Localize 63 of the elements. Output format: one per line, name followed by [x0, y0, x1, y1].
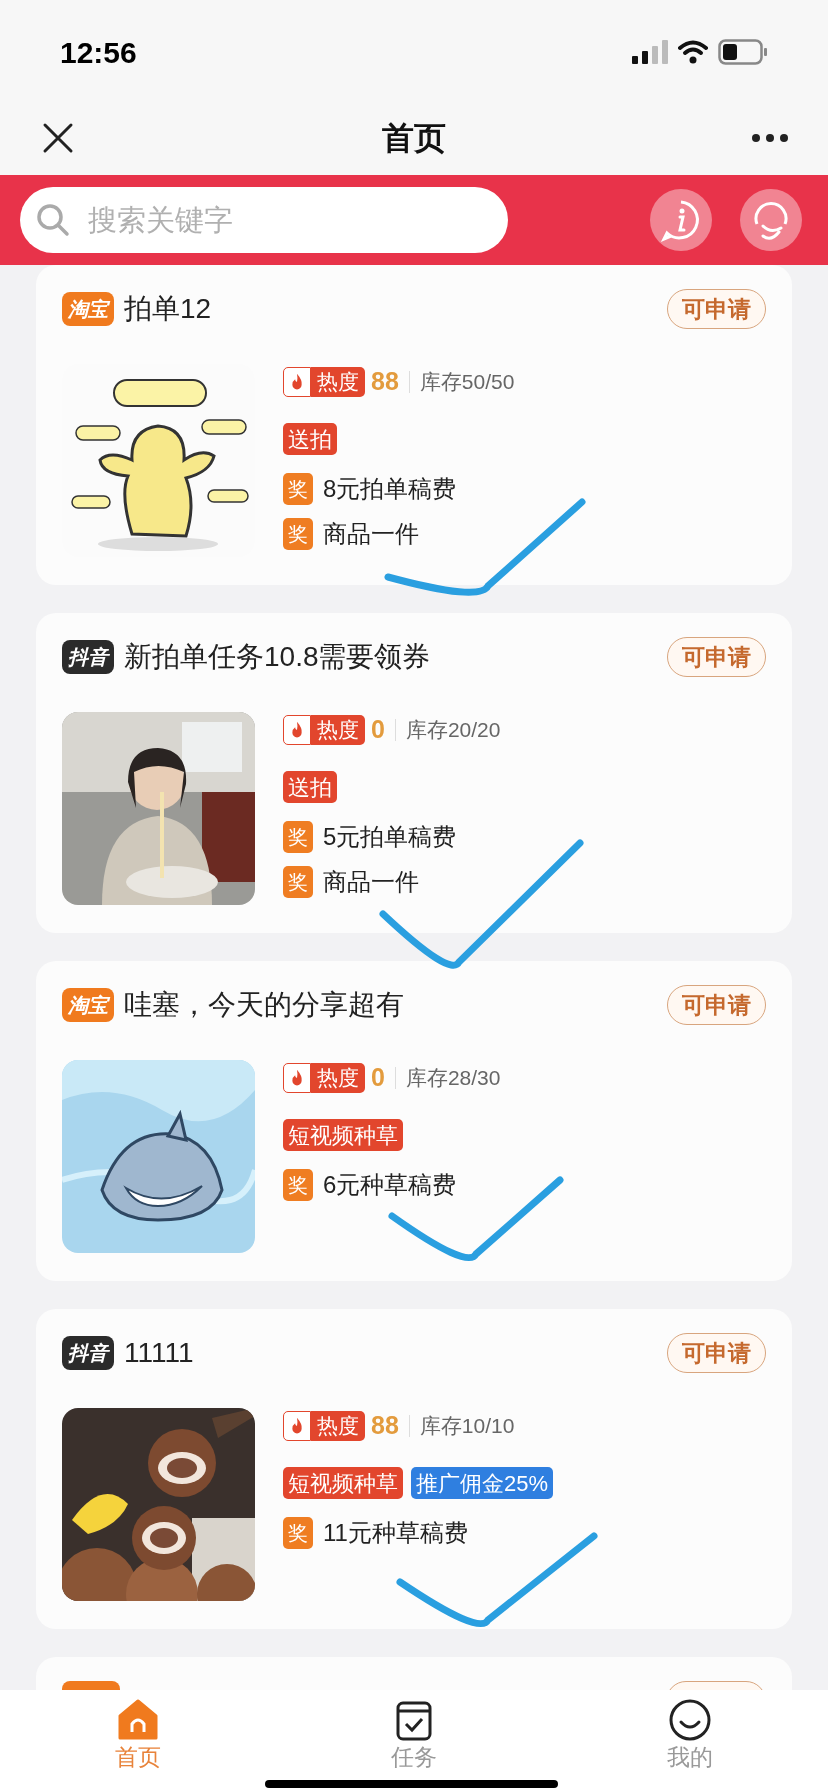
search-field[interactable]: 搜索关键字: [20, 187, 508, 253]
task-card[interactable]: 淘宝 哇塞，今天的分享超有 可申请 热度 0 库存28/30 短视频种草 奖 6元种草稿费: [36, 961, 792, 1281]
heat-label: 热度: [311, 715, 365, 745]
wifi-icon: [678, 40, 708, 64]
reward-text: 11元种草稿费: [323, 1518, 468, 1548]
apply-button[interactable]: 可申请: [667, 985, 766, 1025]
page-title: 首页: [382, 118, 446, 158]
stock-text: 库存28/30: [405, 1065, 501, 1092]
heat-value: 0: [371, 714, 385, 746]
reward-text: 8元拍单稿费: [323, 474, 457, 504]
reward-text: 商品一件: [323, 867, 419, 897]
flame-icon: [283, 1411, 311, 1441]
stock-text: 库存20/20: [405, 717, 501, 744]
signal-icon: [632, 40, 668, 64]
tab-item[interactable]: 首页: [78, 1698, 198, 1770]
search-icon: [36, 203, 70, 237]
platform-badge: 淘宝: [62, 988, 114, 1022]
status-time: 12:56: [60, 34, 137, 71]
reward-text: 商品一件: [323, 519, 419, 549]
reward-badge: 奖: [283, 518, 313, 550]
apply-button[interactable]: 可申请: [667, 1333, 766, 1373]
reward-badge: 奖: [283, 821, 313, 853]
battery-icon: [718, 39, 768, 65]
heat-value: 88: [371, 1410, 399, 1442]
flame-icon: [283, 715, 311, 745]
stock-text: 库存10/10: [419, 1413, 515, 1440]
apply-button[interactable]: 可申请: [667, 289, 766, 329]
task-tag: 送拍: [283, 771, 337, 803]
platform-badge: 抖音: [62, 1336, 114, 1370]
heat-value: 88: [371, 366, 399, 398]
smile-icon: [668, 1698, 712, 1742]
stock-text: 库存50/50: [419, 369, 515, 396]
reward-badge: 奖: [283, 473, 313, 505]
reward-badge: 奖: [283, 866, 313, 898]
task-title: 新拍单任务10.8需要领券: [124, 640, 431, 674]
task-tag: 短视频种草: [283, 1467, 403, 1499]
heat-label: 热度: [311, 367, 365, 397]
task-title: 哇塞，今天的分享超有: [124, 988, 404, 1022]
apply-button[interactable]: 可申请: [667, 637, 766, 677]
home-icon: [116, 1698, 160, 1742]
close-icon: [42, 121, 74, 154]
task-title: 11111: [124, 1336, 194, 1370]
flame-icon: [283, 1063, 311, 1093]
task-card[interactable]: 淘宝 拍单12 可申请 热度 88 库存50/50 送拍 奖 8元拍单稿费 奖 商品一件: [36, 265, 792, 585]
platform-badge: 抖音: [62, 640, 114, 674]
task-card[interactable]: 抖音 新拍单任务10.8需要领券 可申请 热度 0 库存20/20 送拍 奖 5元拍单稿费 奖 商品一件: [36, 613, 792, 933]
tab-item[interactable]: 任务: [354, 1698, 474, 1770]
heat-value: 0: [371, 1062, 385, 1094]
heat-label: 热度: [311, 1411, 365, 1441]
reward-text: 6元种草稿费: [323, 1170, 457, 1200]
reward-badge: 奖: [283, 1169, 313, 1201]
reward-text: 5元拍单稿费: [323, 822, 457, 852]
task-title: 拍单12: [124, 292, 212, 326]
more-icon: [751, 132, 789, 143]
task-tag: 推广佣金25%: [411, 1467, 554, 1499]
tab-item[interactable]: 我的: [630, 1698, 750, 1770]
task-card[interactable]: 抖音 11111 可申请 热度 88 库存10/10 短视频种草 推广佣金25% 奖 11元种草稿费: [36, 1309, 792, 1629]
task-tag: 短视频种草: [283, 1119, 403, 1151]
flame-icon: [283, 367, 311, 397]
heat-label: 热度: [311, 1063, 365, 1093]
task-tag: 送拍: [283, 423, 337, 455]
reward-badge: 奖: [283, 1517, 313, 1549]
platform-badge: 淘宝: [62, 292, 114, 326]
